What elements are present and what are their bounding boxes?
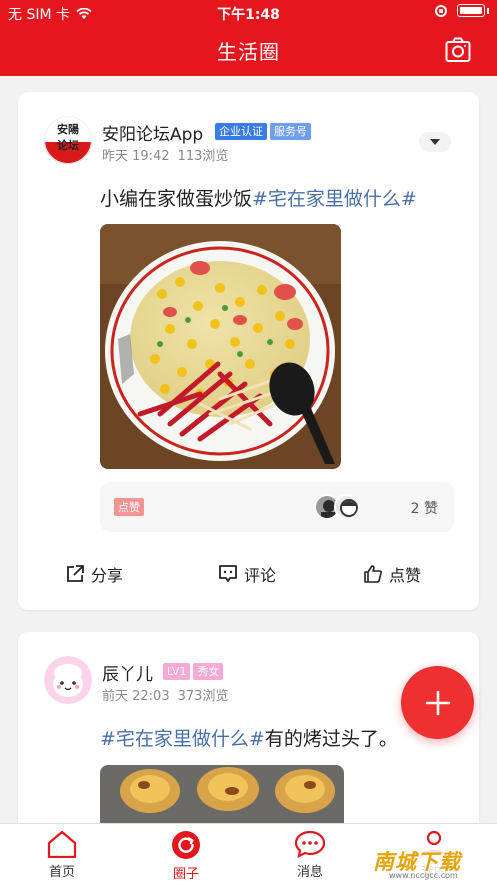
comment-label: 评论: [244, 566, 277, 585]
tab-messages[interactable]: 消息: [270, 830, 350, 880]
like-button[interactable]: 点赞: [363, 562, 421, 586]
view-count: 113浏览: [177, 149, 229, 164]
post-actions: 分享 评论 点赞: [18, 556, 479, 592]
post-body: 小编在家做蛋炒饭: [100, 188, 253, 210]
battery-cap: [487, 7, 489, 14]
badge-enterprise: 企业认证: [215, 123, 267, 140]
liker-avatars: [314, 494, 360, 520]
tab-circle[interactable]: 圈子: [146, 830, 226, 882]
page-title: 生活圈: [217, 40, 280, 64]
share-icon: [67, 565, 84, 582]
status-time: 下午1:48: [217, 7, 280, 23]
chevron-down-icon[interactable]: [419, 132, 451, 152]
tab-label: 首页: [48, 865, 75, 880]
post-card[interactable]: 安陽论坛 安阳论坛App 企业认证 服务号 昨天 19:42 113浏览 小编在…: [18, 92, 479, 610]
liker-avatar[interactable]: [334, 494, 360, 520]
tab-label: 圈子: [172, 867, 199, 882]
badge-level: LV1: [163, 663, 191, 680]
share-label: 分享: [91, 566, 124, 585]
share-button[interactable]: 分享: [65, 562, 123, 586]
thumbs-up-icon: [364, 565, 382, 583]
post-time: 昨天 19:42: [102, 149, 170, 164]
watermark: 南城下载 www.nccgcc.com: [371, 846, 487, 882]
avatar[interactable]: 安陽论坛: [44, 116, 92, 164]
topic-link[interactable]: #宅在家里做什么#: [100, 728, 265, 750]
post-text[interactable]: 小编在家做蛋炒饭#宅在家里做什么#: [100, 184, 417, 211]
avatar[interactable]: [44, 656, 92, 704]
topic-link[interactable]: #宅在家里做什么#: [252, 188, 417, 210]
like-label: 点赞: [389, 566, 422, 585]
post-meta: 昨天 19:42 113浏览: [102, 145, 228, 164]
like-count: 2 赞: [410, 501, 438, 517]
status-bar: 无 SIM 卡 下午1:48: [0, 0, 497, 26]
nav-bar: 生活圈: [0, 26, 497, 76]
battery-icon: [457, 4, 485, 17]
badge-group: LV1 秀女: [163, 663, 224, 680]
badge-group: 企业认证 服务号: [215, 123, 311, 140]
post-time: 前天 22:03: [102, 689, 170, 704]
circle-refresh-icon: [172, 831, 200, 859]
camera-icon[interactable]: [445, 37, 471, 63]
author-name[interactable]: 安阳论坛App: [102, 120, 203, 145]
comment-button[interactable]: 评论: [218, 562, 276, 586]
author-name[interactable]: 辰丫儿: [102, 660, 153, 685]
post-photo[interactable]: [100, 224, 341, 469]
comment-icon: [219, 565, 237, 582]
logo-text: 安陽论坛: [57, 123, 79, 152]
badge-rank: 秀女: [193, 663, 224, 680]
view-count: 373浏览: [177, 689, 229, 704]
chat-icon: [294, 830, 326, 858]
cartoon-avatar-icon: [44, 656, 92, 704]
post-text[interactable]: #宅在家里做什么#有的烤过头了。: [100, 724, 398, 751]
create-post-button[interactable]: [401, 666, 474, 739]
likes-bar[interactable]: 点赞 2 赞: [100, 482, 454, 532]
badge-service: 服务号: [270, 123, 311, 140]
home-icon: [47, 830, 77, 858]
orientation-lock-icon: [435, 4, 447, 17]
watermark-url: www.nccgcc.com: [389, 871, 458, 880]
tab-label: 消息: [296, 865, 323, 880]
plus-icon: [425, 690, 450, 715]
like-tag: 点赞: [114, 498, 144, 516]
tab-home[interactable]: 首页: [22, 830, 102, 880]
post-meta: 前天 22:03 373浏览: [102, 685, 228, 704]
post-body: 有的烤过头了。: [264, 728, 398, 750]
